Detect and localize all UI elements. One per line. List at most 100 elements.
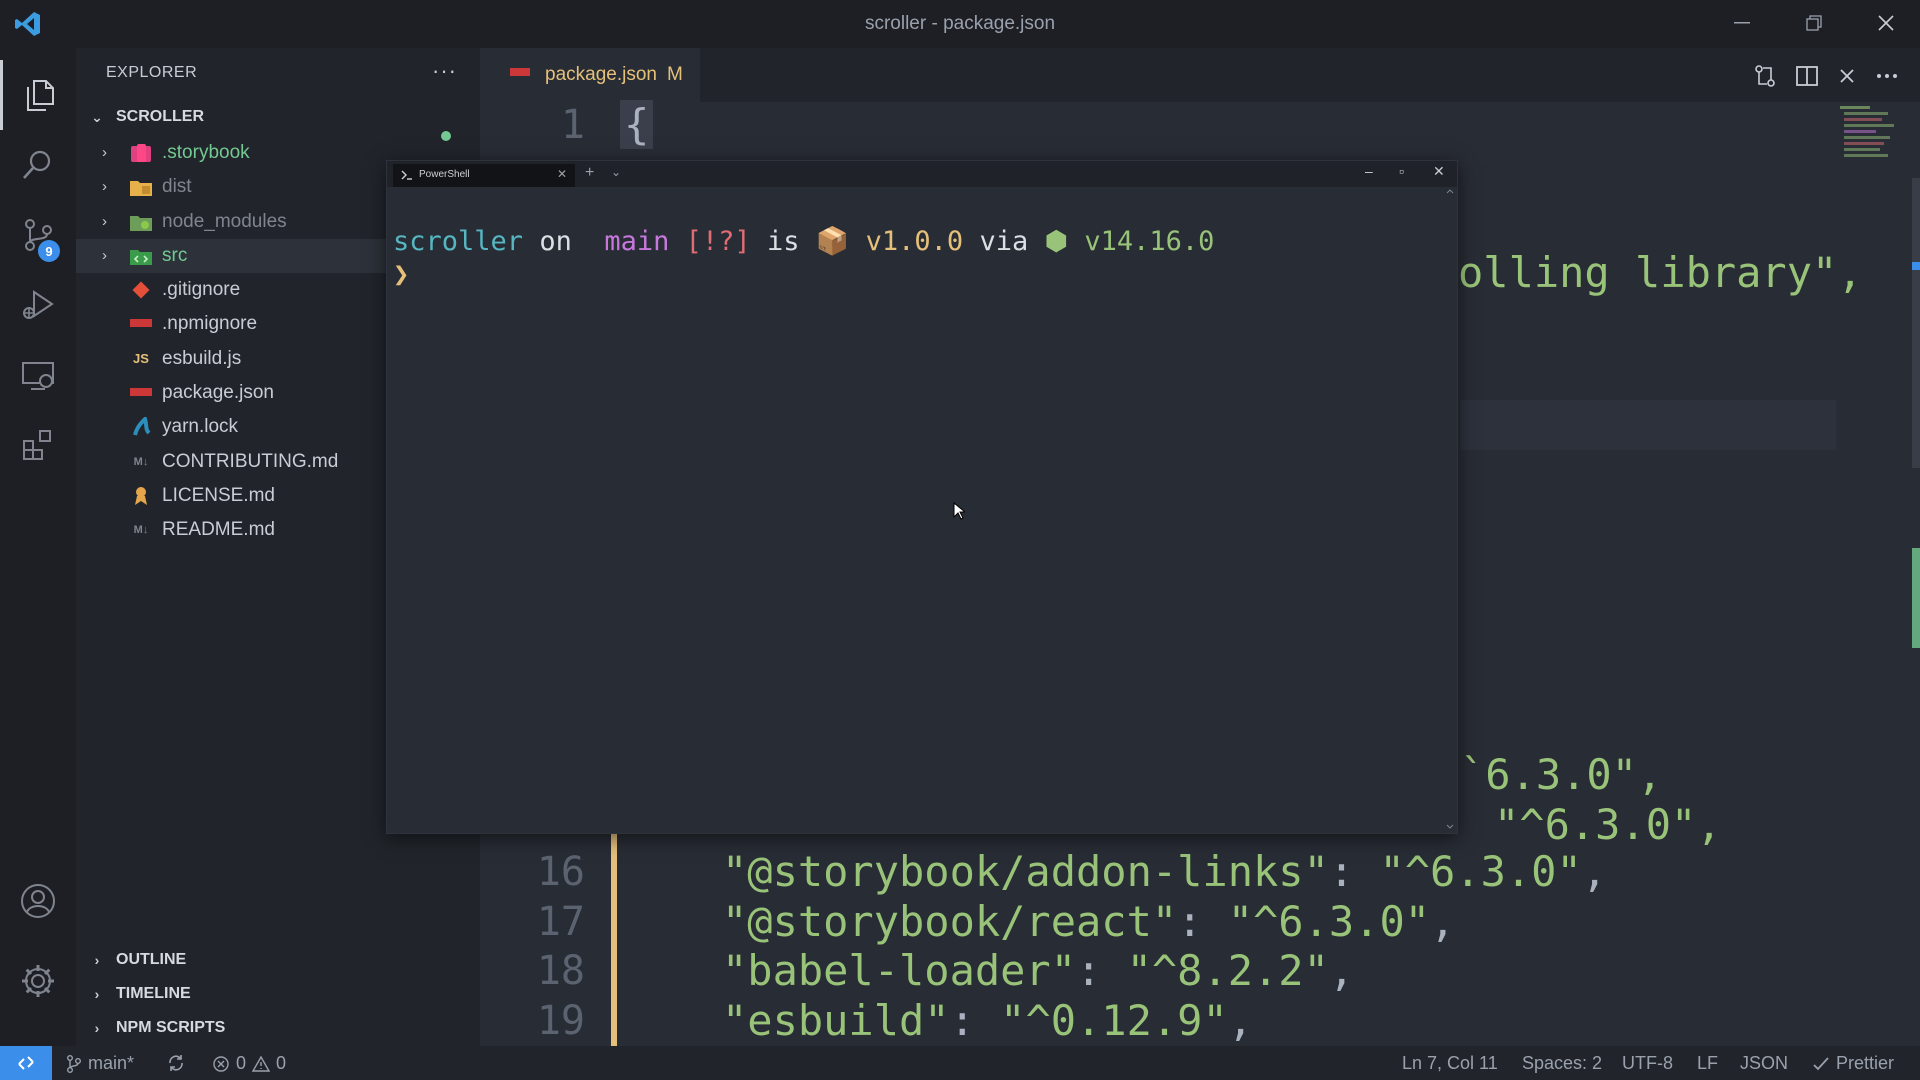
source-control-badge: 9 <box>38 240 60 262</box>
minimize-button[interactable] <box>1724 8 1760 38</box>
tree-item-label: LICENSE.md <box>162 484 275 506</box>
code-line[interactable]: "esbuild": "^0.12.9", <box>722 996 1253 1045</box>
settings-gear-icon[interactable] <box>0 946 76 1016</box>
timeline-section[interactable]: › TIMELINE <box>76 977 480 1011</box>
source-control-icon[interactable]: 9 <box>0 200 76 270</box>
tree-item-label: src <box>162 244 188 266</box>
new-tab-icon[interactable]: + <box>585 164 594 182</box>
prompt-text: via <box>979 226 1029 257</box>
json-key: "esbuild" <box>722 996 950 1045</box>
minimap[interactable] <box>1838 104 1896 164</box>
end-of-line[interactable]: LF <box>1697 1053 1718 1074</box>
prompt-node-version: v14.16.0 <box>1084 226 1215 257</box>
extensions-icon[interactable] <box>0 410 76 480</box>
git-branch-icon <box>67 1054 81 1073</box>
tree-item-label: node_modules <box>162 210 287 232</box>
status-bar: main* 0 0 Ln 7, Col 11 Spaces: 2 UTF-8 L… <box>0 1046 1920 1080</box>
formatter-label: Prettier <box>1836 1053 1895 1073</box>
chevron-right-icon: › <box>94 952 100 968</box>
language-mode[interactable]: JSON <box>1740 1053 1788 1074</box>
title-bar: scroller - package.json <box>0 0 1920 48</box>
tree-item-label: .npmignore <box>162 313 258 335</box>
code-fragment[interactable]: "^6.3.0", <box>1494 800 1722 849</box>
license-file-icon <box>130 486 152 506</box>
section-label: TIMELINE <box>116 985 191 1002</box>
accounts-icon[interactable] <box>0 866 76 936</box>
branch-name: main* <box>88 1053 135 1073</box>
problems-status[interactable]: 0 0 <box>212 1053 286 1074</box>
npm-file-icon <box>510 68 530 82</box>
prettier-status[interactable]: Prettier <box>1812 1053 1894 1074</box>
terminal-window[interactable]: PowerShell ✕ + ⌄ – ▫ ✕ scroller on main … <box>386 160 1458 834</box>
run-debug-icon[interactable] <box>0 270 76 340</box>
cursor-position[interactable]: Ln 7, Col 11 <box>1402 1053 1498 1074</box>
more-actions-icon[interactable] <box>1872 62 1902 90</box>
terminal-tab-bar: PowerShell ✕ + ⌄ – ▫ ✕ <box>387 161 1457 187</box>
package-icon: 📦 <box>815 226 850 257</box>
remote-indicator-icon[interactable] <box>0 1046 52 1080</box>
npm-file-icon <box>130 383 152 403</box>
code-line[interactable]: "babel-loader": "^8.2.2", <box>722 946 1354 995</box>
line-number: 18 <box>536 948 585 994</box>
editor-scrollbar[interactable] <box>1900 178 1920 648</box>
git-file-icon <box>130 280 152 300</box>
markdown-file-icon: M↓ <box>133 455 149 468</box>
mouse-cursor-icon <box>953 502 965 520</box>
remote-explorer-icon[interactable] <box>0 340 76 410</box>
json-value: "^6.3.0" <box>1379 847 1582 896</box>
chevron-down-icon: ⌄ <box>91 108 103 125</box>
tab-package-json[interactable]: package.json M <box>480 48 700 102</box>
code-line[interactable]: "@storybook/addon-links": "^6.3.0", <box>722 847 1607 896</box>
split-editor-icon[interactable] <box>1792 62 1822 90</box>
prompt-package-version: v1.0.0 <box>865 226 964 257</box>
chevron-down-icon[interactable]: ⌄ <box>611 165 621 179</box>
terminal-scrollbar[interactable] <box>1446 189 1454 829</box>
terminal-minimize-button[interactable]: – <box>1365 163 1373 179</box>
prompt-text: on <box>539 226 572 257</box>
chevron-right-icon: › <box>102 212 107 230</box>
terminal-maximize-button[interactable]: ▫ <box>1399 163 1404 179</box>
sidebar-header: EXPLORER <box>106 64 198 81</box>
code-fragment[interactable]: `6.3.0", <box>1460 750 1662 799</box>
chevron-right-icon: › <box>94 1020 100 1036</box>
src-folder-icon <box>130 246 152 266</box>
code-line[interactable]: { <box>620 100 654 149</box>
sync-icon[interactable] <box>166 1053 186 1073</box>
check-icon <box>1813 1056 1829 1070</box>
tree-item-label: .storybook <box>162 142 250 163</box>
error-icon <box>213 1055 229 1072</box>
close-icon[interactable]: ✕ <box>557 167 567 181</box>
powershell-icon <box>401 170 413 180</box>
npm-scripts-section[interactable]: › NPM SCRIPTS <box>76 1011 480 1045</box>
search-icon[interactable] <box>0 130 76 200</box>
section-label: OUTLINE <box>116 951 187 968</box>
close-window-button[interactable] <box>1868 8 1904 38</box>
code-fragment[interactable]: olling library", <box>1458 248 1863 297</box>
workspace-root[interactable]: ⌄ SCROLLER <box>76 100 480 134</box>
encoding[interactable]: UTF-8 <box>1622 1053 1673 1074</box>
close-editor-icon[interactable] <box>1832 62 1862 90</box>
terminal-tab-label: PowerShell <box>419 169 470 180</box>
npm-file-icon <box>130 314 152 334</box>
code-line[interactable]: "@storybook/react": "^6.3.0", <box>722 897 1455 946</box>
explorer-icon[interactable] <box>0 60 76 130</box>
json-key: "babel-loader" <box>722 946 1077 995</box>
shell-prompt: scroller on main [!?] is 📦 v1.0.0 via ⬢ … <box>393 225 1214 257</box>
storybook-folder-icon <box>130 143 152 163</box>
javascript-file-icon: JS <box>133 351 149 367</box>
terminal-close-button[interactable]: ✕ <box>1433 163 1445 180</box>
outline-section[interactable]: › OUTLINE <box>76 943 480 977</box>
json-key: "@storybook/react" <box>722 897 1178 946</box>
current-line-highlight <box>1460 400 1836 450</box>
indentation[interactable]: Spaces: 2 <box>1522 1053 1602 1074</box>
terminal-tab[interactable]: PowerShell ✕ <box>393 164 575 187</box>
branch-status[interactable]: main* <box>66 1053 134 1074</box>
restore-button[interactable] <box>1796 8 1832 38</box>
section-label: NPM SCRIPTS <box>116 1019 226 1036</box>
more-actions-icon[interactable]: ··· <box>432 58 457 84</box>
tree-item-label: README.md <box>162 519 275 541</box>
tree-item-label: CONTRIBUTING.md <box>162 450 339 472</box>
error-count: 0 <box>236 1053 247 1073</box>
open-changes-icon[interactable] <box>1750 62 1780 90</box>
line-number: 17 <box>536 899 585 945</box>
